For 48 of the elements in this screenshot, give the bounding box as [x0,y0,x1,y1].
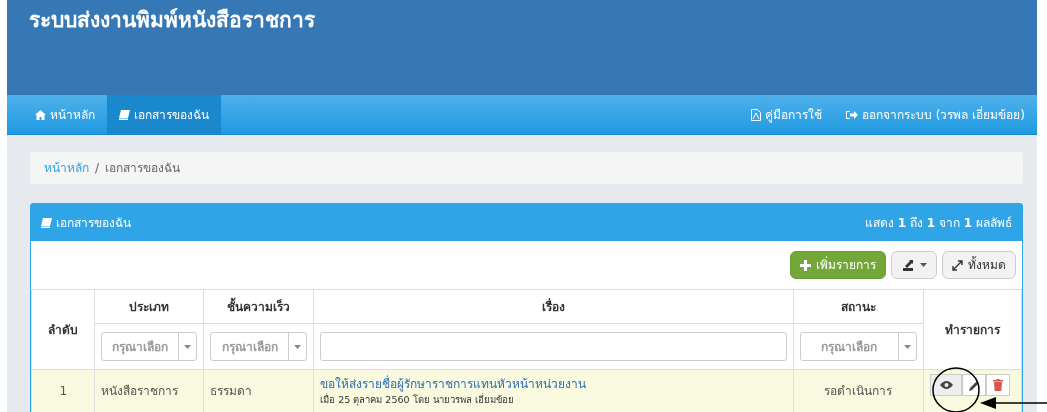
text-field[interactable] [320,332,787,361]
pencil-icon [968,379,980,391]
book-icon [41,217,52,228]
result-summary: แสดง 1 ถึง 1 จาก 1 ผลลัพธ์ [865,214,1012,232]
annotation-arrow [980,397,1047,409]
column-header: เรื่อง [313,289,794,324]
column-header: ชั้นความเร็ว [203,289,314,324]
document-icon [751,108,761,121]
table-cell: ธรรมดา [203,369,314,412]
edit-button[interactable] [962,374,987,396]
eye-icon [939,381,953,389]
plus-icon [800,259,811,271]
select-field[interactable]: กรุณาเลือก [799,332,918,361]
home-icon [35,109,46,120]
nav-link[interactable]: คู่มือการใช้ [739,95,834,134]
sign-out-icon [846,109,858,120]
caret-icon [904,344,912,349]
subject-link[interactable]: ขอให้ส่งรายชื่อผู้รักษาราชการแทนหัวหน้าหน่วยงาน [320,375,787,393]
caret-icon [294,344,302,349]
export-button[interactable] [891,251,937,279]
delete-button[interactable] [986,374,1011,396]
subject-meta: เมื่อ 25 ตุลาคม 2560 โดย นายวรพล เอี่ยมข้อย [320,393,515,408]
trash-icon [993,379,1004,391]
view-button[interactable] [930,374,963,396]
breadcrumb-link[interactable]: หน้าหลัก [44,159,89,177]
expand-icon [952,259,963,271]
nav-link[interactable]: ออกจากระบบ (วรพล เอี่ยมข้อย) [834,95,1037,134]
breadcrumb-separator: / [95,160,100,177]
export-icon [901,259,915,271]
add-button[interactable]: เพิ่มรายการ [790,251,886,279]
caret-icon [920,263,927,267]
book-icon [119,109,130,120]
caret-icon [184,344,192,349]
column-header: ทำรายการ [923,289,1022,370]
expand-button[interactable]: ทั้งหมด [942,251,1016,279]
column-header: ประเภท [94,289,204,324]
column-header: ลำดับ [31,289,95,370]
panel-title: เอกสารของฉัน [56,214,131,232]
app-title: ระบบส่งงานพิมพ์หนังสือราชการ [29,8,316,34]
column-header: สถานะ [793,289,924,324]
table-cell: หนังสือราชการ [94,369,204,412]
table-cell: 1 [31,369,95,412]
table-cell: รอดำเนินการ [793,369,924,412]
select-field[interactable]: กรุณาเลือก [210,332,308,361]
nav-link[interactable]: หน้าหลัก [23,95,107,134]
select-field[interactable]: กรุณาเลือก [101,332,198,361]
breadcrumb-current: เอกสารของฉัน [105,160,181,177]
nav-link[interactable]: เอกสารของฉัน [107,95,221,134]
